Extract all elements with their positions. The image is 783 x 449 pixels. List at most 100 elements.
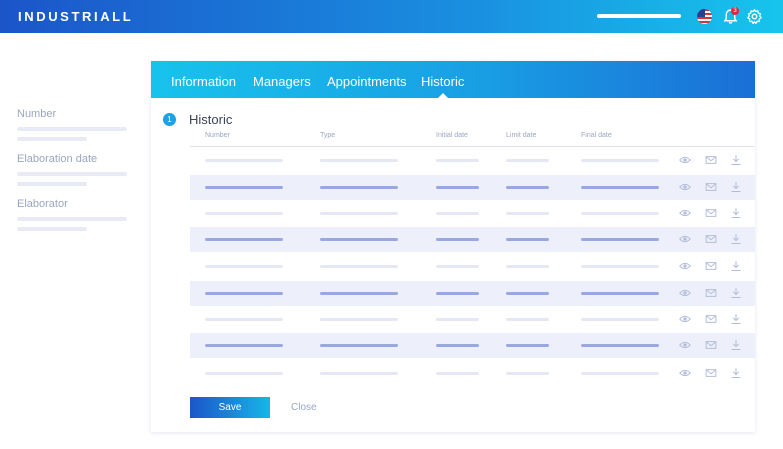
cell-placeholder-type [320, 292, 398, 295]
elaborator-label: Elaborator [17, 198, 68, 210]
column-header-type[interactable]: Type [320, 132, 335, 139]
cell-placeholder-limit-date [506, 238, 549, 241]
tab-information[interactable]: Information [171, 74, 236, 89]
cell-placeholder-number [205, 159, 283, 162]
historic-card: Information Managers Appointments Histor… [151, 61, 755, 432]
notification-badge: 3 [731, 7, 739, 15]
elaboration-date-placeholder [17, 182, 87, 186]
cell-placeholder-number [205, 238, 283, 241]
us-flag-icon[interactable] [697, 9, 712, 24]
cell-placeholder-initial-date [436, 292, 479, 295]
step-number: 1 [163, 113, 176, 126]
brand-logo[interactable]: INDUSTRIALL [18, 9, 133, 24]
table-row[interactable] [190, 254, 755, 279]
download-icon[interactable] [730, 233, 742, 245]
eye-icon[interactable] [679, 154, 691, 166]
cell-placeholder-initial-date [436, 344, 479, 347]
mail-icon[interactable] [705, 154, 717, 166]
table-row[interactable] [190, 361, 755, 386]
table-row[interactable] [190, 148, 755, 173]
cell-placeholder-number [205, 186, 283, 189]
search-bar[interactable] [597, 14, 681, 18]
number-value-placeholder [17, 127, 127, 131]
column-header-final-date[interactable]: Final date [581, 132, 612, 139]
eye-icon[interactable] [679, 313, 691, 325]
cell-placeholder-initial-date [436, 265, 479, 268]
download-icon[interactable] [730, 154, 742, 166]
table-row[interactable] [190, 281, 755, 306]
download-icon[interactable] [730, 339, 742, 351]
table-row[interactable] [190, 175, 755, 200]
cell-placeholder-initial-date [436, 318, 479, 321]
number-value-placeholder [17, 137, 87, 141]
cell-placeholder-limit-date [506, 318, 549, 321]
table-row[interactable] [190, 227, 755, 252]
top-bar: INDUSTRIALL 3 [0, 0, 783, 33]
cell-placeholder-limit-date [506, 159, 549, 162]
eye-icon[interactable] [679, 233, 691, 245]
download-icon[interactable] [730, 207, 742, 219]
mail-icon[interactable] [705, 287, 717, 299]
tab-managers[interactable]: Managers [253, 74, 311, 89]
download-icon[interactable] [730, 287, 742, 299]
tab-bar: Information Managers Appointments Histor… [151, 61, 755, 98]
cell-placeholder-number [205, 372, 283, 375]
download-icon[interactable] [730, 260, 742, 272]
number-label: Number [17, 108, 57, 120]
column-header-initial-date[interactable]: Initial date [436, 132, 468, 139]
cell-placeholder-limit-date [506, 212, 549, 215]
mail-icon[interactable] [705, 260, 717, 272]
cell-placeholder-limit-date [506, 292, 549, 295]
cell-placeholder-limit-date [506, 372, 549, 375]
cell-placeholder-type [320, 318, 398, 321]
tab-appointments[interactable]: Appointments [327, 74, 407, 89]
column-header-number[interactable]: Number [205, 132, 230, 139]
cell-placeholder-final-date [581, 212, 659, 215]
cell-placeholder-final-date [581, 186, 659, 189]
column-header-limit-date[interactable]: Limit date [506, 132, 536, 139]
elaboration-date-placeholder [17, 172, 127, 176]
active-tab-indicator [438, 93, 448, 98]
cell-placeholder-number [205, 212, 283, 215]
close-button[interactable]: Close [291, 402, 317, 413]
elaborator-placeholder [17, 217, 127, 221]
tab-historic[interactable]: Historic [421, 74, 464, 89]
eye-icon[interactable] [679, 287, 691, 299]
download-icon[interactable] [730, 181, 742, 193]
elaboration-date-label: Elaboration date [17, 153, 98, 165]
mail-icon[interactable] [705, 181, 717, 193]
mail-icon[interactable] [705, 367, 717, 379]
cell-placeholder-final-date [581, 265, 659, 268]
mail-icon[interactable] [705, 313, 717, 325]
eye-icon[interactable] [679, 339, 691, 351]
download-icon[interactable] [730, 367, 742, 379]
table-row[interactable] [190, 201, 755, 226]
save-button[interactable]: Save [190, 397, 270, 418]
gear-icon[interactable] [746, 8, 763, 25]
eye-icon[interactable] [679, 181, 691, 193]
cell-placeholder-number [205, 344, 283, 347]
eye-icon[interactable] [679, 367, 691, 379]
eye-icon[interactable] [679, 260, 691, 272]
mail-icon[interactable] [705, 233, 717, 245]
cell-placeholder-type [320, 159, 398, 162]
cell-placeholder-limit-date [506, 344, 549, 347]
cell-placeholder-final-date [581, 238, 659, 241]
cell-placeholder-initial-date [436, 186, 479, 189]
cell-placeholder-initial-date [436, 159, 479, 162]
cell-placeholder-type [320, 344, 398, 347]
cell-placeholder-limit-date [506, 265, 549, 268]
download-icon[interactable] [730, 313, 742, 325]
eye-icon[interactable] [679, 207, 691, 219]
cell-placeholder-final-date [581, 344, 659, 347]
header-divider [190, 146, 755, 147]
table-row[interactable] [190, 307, 755, 332]
table-row[interactable] [190, 333, 755, 358]
elaborator-placeholder [17, 227, 87, 231]
mail-icon[interactable] [705, 207, 717, 219]
cell-placeholder-number [205, 292, 283, 295]
mail-icon[interactable] [705, 339, 717, 351]
cell-placeholder-final-date [581, 372, 659, 375]
cell-placeholder-type [320, 186, 398, 189]
section-title: Historic [189, 112, 233, 127]
